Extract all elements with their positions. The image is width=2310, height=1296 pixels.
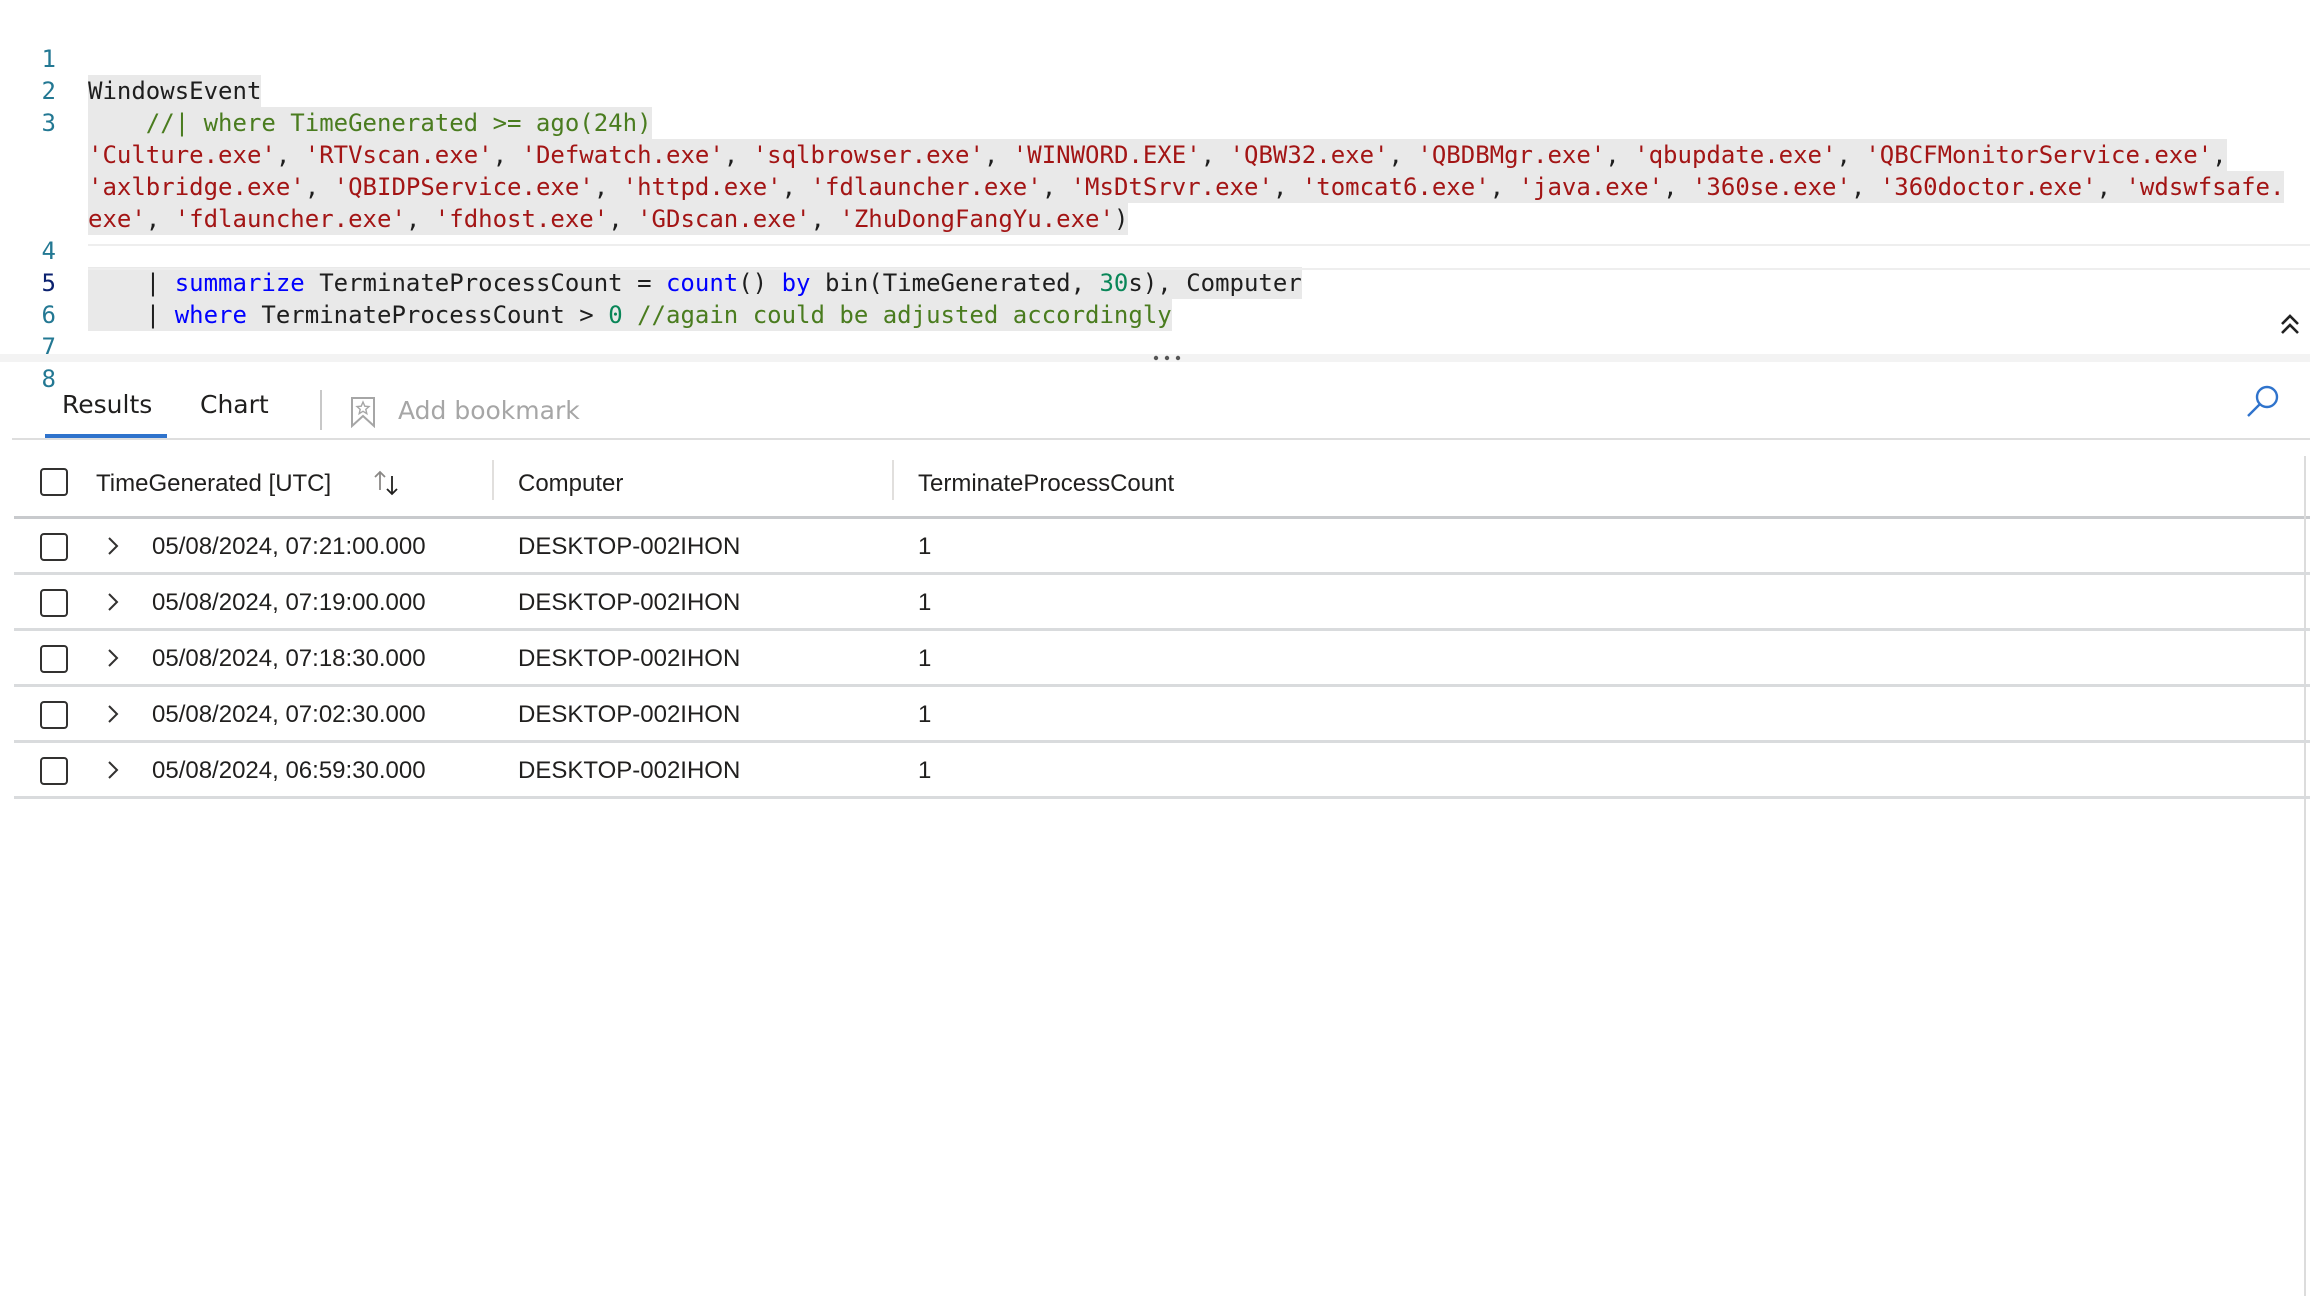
cell-computer: DESKTOP-002IHON [518, 701, 741, 728]
code-line-5[interactable]: 5 | where TerminateProcessCount > 0 //ag… [0, 235, 2310, 331]
add-bookmark-button[interactable]: Add bookmark [398, 396, 580, 425]
column-header-computer[interactable]: Computer [518, 470, 623, 498]
tab-chart[interactable]: Chart [200, 390, 269, 419]
row-checkbox[interactable] [40, 645, 68, 673]
cell-timegenerated: 05/08/2024, 07:02:30.000 [152, 701, 426, 728]
code-line-6[interactable]: 6 [0, 267, 2310, 329]
cell-terminateprocesscount: 1 [918, 757, 932, 784]
row-checkbox[interactable] [40, 757, 68, 785]
cell-terminateprocesscount: 1 [918, 701, 932, 728]
ellipsis-icon[interactable] [1152, 355, 1182, 361]
table-row[interactable]: 05/08/2024, 06:59:30.000 DESKTOP-002IHON 1 [14, 743, 2310, 799]
code-line-2[interactable]: 2 //| where TimeGenerated >= ago(24h) [0, 43, 2310, 139]
chevron-right-icon[interactable] [106, 703, 120, 725]
cell-terminateprocesscount: 1 [918, 589, 932, 616]
column-header-terminateprocesscount[interactable]: TerminateProcessCount [918, 470, 1174, 498]
tabs-divider [12, 438, 2310, 440]
cell-computer: DESKTOP-002IHON [518, 533, 741, 560]
query-editor[interactable]: 1 WindowsEvent 2 //| where TimeGenerated… [0, 0, 2310, 393]
double-chevron-up-icon[interactable] [2278, 312, 2302, 336]
search-icon[interactable] [2246, 384, 2280, 418]
cell-computer: DESKTOP-002IHON [518, 589, 741, 616]
select-all-checkbox[interactable] [40, 468, 68, 496]
chevron-right-icon[interactable] [106, 535, 120, 557]
grid-header: TimeGenerated [UTC] Computer TerminatePr… [14, 456, 2310, 519]
row-checkbox[interactable] [40, 589, 68, 617]
code-line-3-wrap-3[interactable]: exe', 'fdlauncher.exe', 'fdhost.exe', 'G… [0, 171, 2310, 235]
cell-computer: DESKTOP-002IHON [518, 645, 741, 672]
sort-icon[interactable] [370, 468, 404, 498]
bookmark-star-icon [351, 397, 375, 428]
toolbar-divider [320, 390, 322, 430]
column-header-timegenerated[interactable]: TimeGenerated [UTC] [96, 470, 331, 498]
cell-computer: DESKTOP-002IHON [518, 757, 741, 784]
code-line-3-wrap-1[interactable]: 'Culture.exe', 'RTVscan.exe', 'Defwatch.… [0, 107, 2310, 171]
code-line-7[interactable]: 7 [0, 299, 2310, 361]
results-tabs: Results Chart Add bookmark [0, 372, 2310, 440]
chevron-right-icon[interactable] [106, 591, 120, 613]
row-checkbox[interactable] [40, 701, 68, 729]
cell-timegenerated: 05/08/2024, 07:21:00.000 [152, 533, 426, 560]
row-checkbox[interactable] [40, 533, 68, 561]
chevron-right-icon[interactable] [106, 759, 120, 781]
table-row[interactable]: 05/08/2024, 07:21:00.000 DESKTOP-002IHON 1 [14, 519, 2310, 575]
code-line-1[interactable]: 1 WindowsEvent [0, 11, 2310, 107]
cell-terminateprocesscount: 1 [918, 533, 932, 560]
code-line-3[interactable]: 3 | where EventID == 5 and EventData.Ima… [0, 75, 2310, 171]
cell-timegenerated: 05/08/2024, 07:19:00.000 [152, 589, 426, 616]
tab-results[interactable]: Results [62, 390, 152, 419]
cell-terminateprocesscount: 1 [918, 645, 932, 672]
column-resize-handle[interactable] [892, 460, 894, 500]
chevron-right-icon[interactable] [106, 647, 120, 669]
code-line-4[interactable]: 4 | summarize TerminateProcessCount = co… [0, 203, 2310, 299]
table-row[interactable]: 05/08/2024, 07:19:00.000 DESKTOP-002IHON 1 [14, 575, 2310, 631]
table-row[interactable]: 05/08/2024, 07:18:30.000 DESKTOP-002IHON 1 [14, 631, 2310, 687]
row-divider [14, 796, 2310, 799]
cell-timegenerated: 05/08/2024, 07:18:30.000 [152, 645, 426, 672]
table-row[interactable]: 05/08/2024, 07:02:30.000 DESKTOP-002IHON 1 [14, 687, 2310, 743]
code-line-3-wrap-2[interactable]: 'axlbridge.exe', 'QBIDPService.exe', 'ht… [0, 139, 2310, 203]
column-resize-handle[interactable] [492, 460, 494, 500]
cell-timegenerated: 05/08/2024, 06:59:30.000 [152, 757, 426, 784]
